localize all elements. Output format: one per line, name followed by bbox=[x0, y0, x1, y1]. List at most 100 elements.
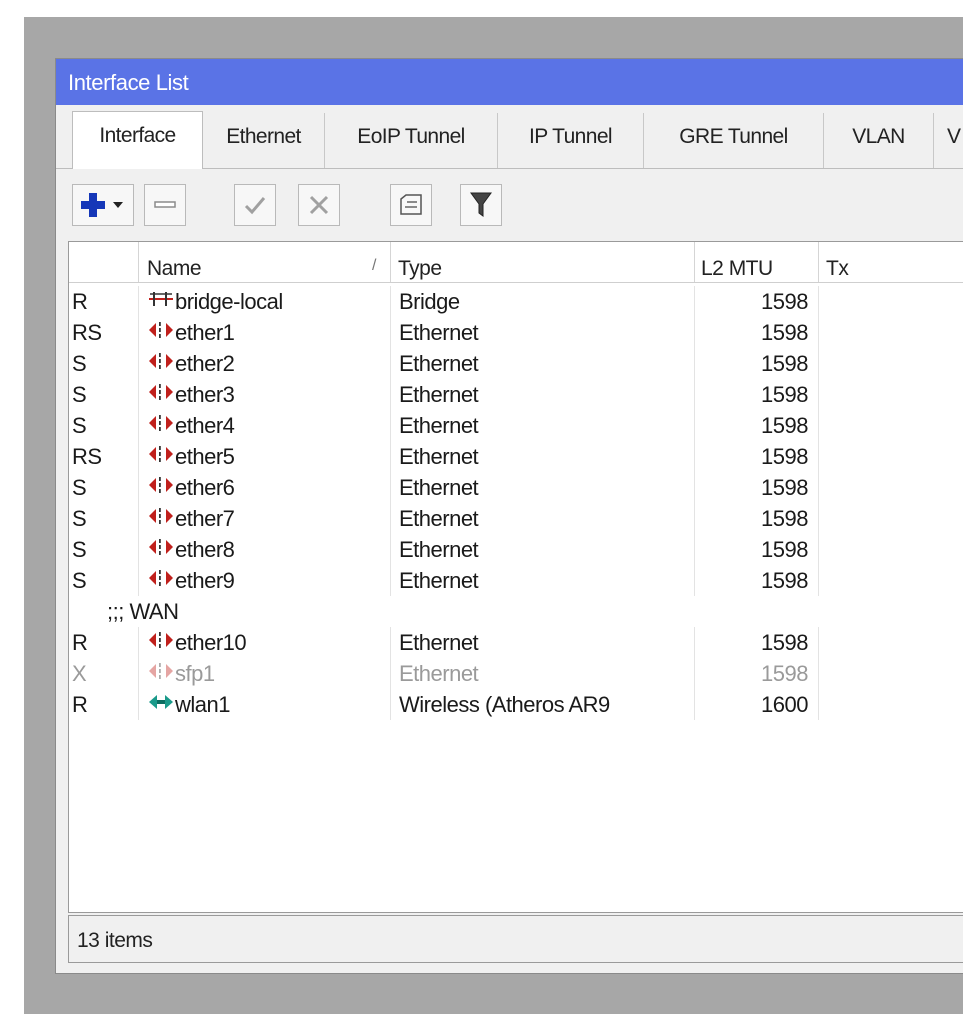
type-cell: Ethernet bbox=[391, 348, 695, 379]
filter-button[interactable] bbox=[460, 184, 502, 226]
l2mtu-cell: 1598 bbox=[695, 410, 819, 441]
table-row[interactable]: Sether4 Ethernet 1598 bbox=[69, 410, 963, 441]
column-header-l2mtu[interactable]: L2 MTU bbox=[695, 242, 819, 282]
column-header-name-label: Name bbox=[147, 257, 202, 280]
ethernet-icon bbox=[148, 472, 174, 503]
l2mtu-cell: 1598 bbox=[695, 565, 819, 596]
column-header-name[interactable]: Name / bbox=[139, 242, 391, 282]
type-cell: Ethernet bbox=[391, 472, 695, 503]
column-header-type[interactable]: Type bbox=[391, 242, 695, 282]
table-row[interactable]: Sether2 Ethernet 1598 bbox=[69, 348, 963, 379]
tx-cell bbox=[819, 410, 963, 441]
table-row[interactable]: Sether8 Ethernet 1598 bbox=[69, 534, 963, 565]
ethernet-icon bbox=[148, 379, 174, 410]
sort-indicator-icon: / bbox=[372, 257, 376, 274]
type-cell: Ethernet bbox=[391, 534, 695, 565]
type-cell: Ethernet bbox=[391, 441, 695, 472]
tab-ip-tunnel[interactable]: IP Tunnel bbox=[498, 113, 644, 168]
flags-cell: RS bbox=[69, 317, 139, 348]
interface-name: ether6 bbox=[175, 475, 235, 500]
flags-cell: R bbox=[69, 627, 139, 658]
table-row[interactable]: Sether9 Ethernet 1598 bbox=[69, 565, 963, 596]
flags-cell: S bbox=[69, 379, 139, 410]
table-row[interactable]: Rbridge-local Bridge 1598 bbox=[69, 286, 963, 317]
tab-label: V bbox=[947, 125, 961, 148]
tx-cell bbox=[819, 317, 963, 348]
add-dropdown-button[interactable] bbox=[72, 184, 134, 226]
tx-cell bbox=[819, 689, 963, 720]
flags-cell: RS bbox=[69, 441, 139, 472]
table-row[interactable]: Rwlan1 Wireless (Atheros AR9 1600 bbox=[69, 689, 963, 720]
l2mtu-cell: 1598 bbox=[695, 286, 819, 317]
status-bar: 13 items bbox=[68, 915, 963, 963]
table-row[interactable]: Sether7 Ethernet 1598 bbox=[69, 503, 963, 534]
type-cell: Ethernet bbox=[391, 565, 695, 596]
table-group-row[interactable]: ;;; WAN bbox=[69, 596, 963, 627]
tab-vlan[interactable]: VLAN bbox=[824, 113, 934, 168]
tab-interface[interactable]: Interface bbox=[72, 111, 203, 169]
table-row[interactable]: Rether10 Ethernet 1598 bbox=[69, 627, 963, 658]
tx-cell bbox=[819, 658, 963, 689]
name-cell: ether3 bbox=[139, 379, 391, 410]
table-row[interactable]: Sether3 Ethernet 1598 bbox=[69, 379, 963, 410]
interface-table: Name / Type L2 MTU Tx Rbridge-local Bridg… bbox=[68, 241, 963, 913]
interface-name: wlan1 bbox=[175, 692, 230, 717]
interface-name: bridge-local bbox=[175, 289, 283, 314]
name-cell: ether9 bbox=[139, 565, 391, 596]
table-row[interactable]: Sether6 Ethernet 1598 bbox=[69, 472, 963, 503]
tx-cell bbox=[819, 534, 963, 565]
type-cell: Bridge bbox=[391, 286, 695, 317]
name-cell: ether1 bbox=[139, 317, 391, 348]
tx-cell bbox=[819, 627, 963, 658]
interface-name: ether4 bbox=[175, 413, 235, 438]
table-row[interactable]: RS ether5 Ethernet 1598 bbox=[69, 441, 963, 472]
l2mtu-cell: 1600 bbox=[695, 689, 819, 720]
note-icon bbox=[400, 194, 422, 215]
flags-cell: S bbox=[69, 472, 139, 503]
interface-name: ether9 bbox=[175, 568, 235, 593]
l2mtu-cell: 1598 bbox=[695, 441, 819, 472]
interface-name: ether2 bbox=[175, 351, 235, 376]
tab-more[interactable]: V bbox=[934, 113, 963, 168]
ethernet-icon bbox=[148, 658, 174, 689]
remove-button[interactable] bbox=[144, 184, 186, 226]
l2mtu-cell: 1598 bbox=[695, 472, 819, 503]
window-titlebar[interactable]: Interface List bbox=[56, 59, 963, 105]
tab-label: Interface bbox=[99, 124, 176, 147]
ethernet-icon bbox=[148, 534, 174, 565]
flags-cell: X bbox=[69, 658, 139, 689]
tx-cell bbox=[819, 503, 963, 534]
comment-button[interactable] bbox=[390, 184, 432, 226]
tab-ethernet[interactable]: Ethernet bbox=[203, 113, 325, 168]
cross-icon bbox=[309, 195, 329, 215]
ethernet-icon bbox=[148, 410, 174, 441]
tx-cell bbox=[819, 379, 963, 410]
l2mtu-cell: 1598 bbox=[695, 534, 819, 565]
l2mtu-cell: 1598 bbox=[695, 658, 819, 689]
funnel-icon bbox=[470, 192, 492, 217]
interface-name: ether8 bbox=[175, 537, 235, 562]
table-row[interactable]: Xsfp1 Ethernet 1598 bbox=[69, 658, 963, 689]
tab-eoip-tunnel[interactable]: EoIP Tunnel bbox=[325, 113, 498, 168]
enable-button[interactable] bbox=[234, 184, 276, 226]
ethernet-icon bbox=[148, 317, 174, 348]
tab-label: Ethernet bbox=[226, 125, 301, 148]
tx-cell bbox=[819, 472, 963, 503]
l2mtu-cell: 1598 bbox=[695, 348, 819, 379]
flags-cell: S bbox=[69, 410, 139, 441]
table-header: Name / Type L2 MTU Tx bbox=[69, 242, 963, 283]
ethernet-icon bbox=[148, 441, 174, 472]
column-header-flags[interactable] bbox=[69, 242, 139, 282]
table-row[interactable]: RS ether1 Ethernet 1598 bbox=[69, 317, 963, 348]
l2mtu-cell: 1598 bbox=[695, 627, 819, 658]
tx-cell bbox=[819, 348, 963, 379]
disable-button[interactable] bbox=[298, 184, 340, 226]
name-cell: ether5 bbox=[139, 441, 391, 472]
tab-gre-tunnel[interactable]: GRE Tunnel bbox=[644, 113, 824, 168]
tab-label: IP Tunnel bbox=[529, 125, 613, 148]
interface-list-window: Interface List Interface Ethernet EoIP T… bbox=[55, 58, 963, 974]
flags-cell: S bbox=[69, 565, 139, 596]
name-cell: ether8 bbox=[139, 534, 391, 565]
tab-bar: Interface Ethernet EoIP Tunnel IP Tunnel… bbox=[56, 105, 963, 169]
column-header-tx[interactable]: Tx bbox=[819, 242, 963, 282]
